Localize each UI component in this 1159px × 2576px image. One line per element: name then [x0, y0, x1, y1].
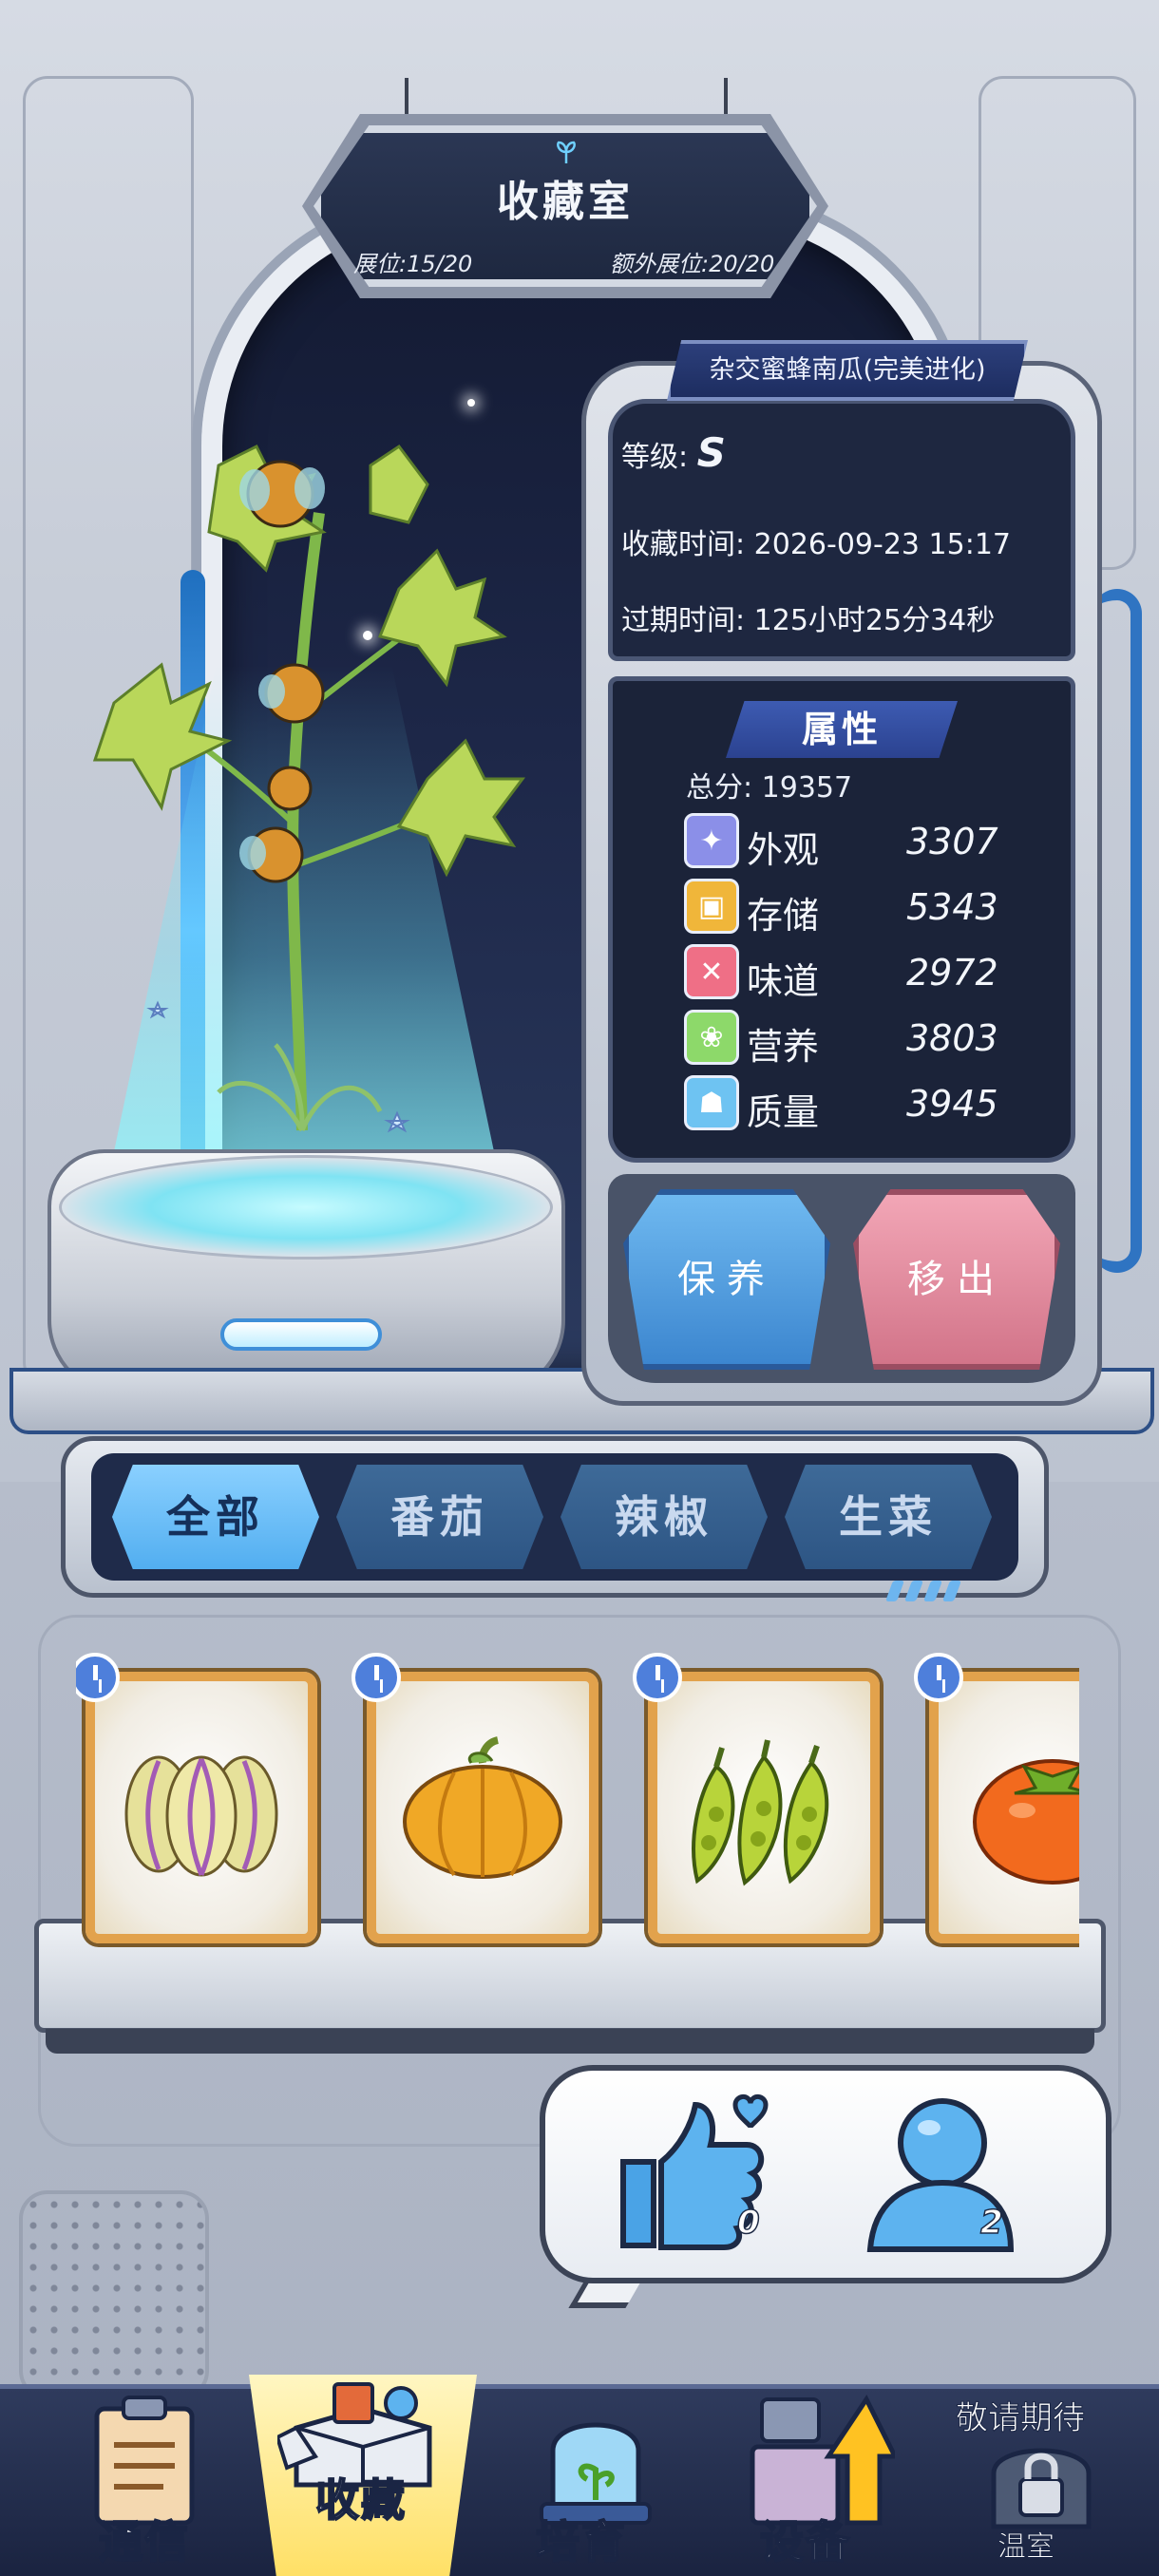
nav-item-breeding[interactable]: 培育	[513, 2394, 674, 2574]
clipboard-icon	[94, 2396, 195, 2526]
box-icon: ▣	[684, 879, 739, 934]
extra-slots-count: 额外展位:20/20	[610, 251, 775, 277]
coming-soon-label: 敬请期待	[956, 2399, 1086, 2438]
collection-list	[76, 1653, 1079, 1957]
collect-time-label: 收藏时间:	[621, 528, 746, 561]
muscle-icon: ☗	[684, 1075, 739, 1130]
expire-time-label: 过期时间:	[621, 604, 746, 637]
tomato-icon	[973, 1759, 1079, 1885]
attribute-label: 质量	[747, 1091, 820, 1133]
attribute-row-taste: ✕ 味道 2972	[684, 944, 1007, 1002]
attributes-title: 属性	[726, 701, 958, 758]
grade-label: 等级:	[621, 441, 689, 474]
pea-pod-icon	[692, 1739, 829, 1886]
attribute-value: 3803	[906, 1017, 998, 1059]
care-button[interactable]: 保养	[623, 1189, 830, 1370]
wall-vent	[19, 2190, 209, 2399]
pedestal-light	[220, 1318, 382, 1351]
attribute-label: 外观	[747, 829, 820, 871]
greenhouse-lock-icon	[991, 2448, 1092, 2529]
nav-label-greenhouse: 温室	[998, 2530, 1055, 2565]
expire-time-value: 125小时25分34秒	[753, 604, 996, 637]
plant-hologram	[92, 444, 525, 1133]
nav-item-greenhouse[interactable]: 温室	[965, 2435, 1127, 2574]
tab-all[interactable]: 全部	[112, 1465, 319, 1569]
nav-item-messages[interactable]: 通信	[66, 2394, 228, 2574]
melon-icon	[124, 1755, 278, 1877]
nav-label-equipment: 设备	[759, 2515, 851, 2568]
expire-time-row: 过期时间: 125小时25分34秒	[621, 597, 995, 638]
clock-icon	[352, 1653, 401, 1702]
clock-icon	[633, 1653, 682, 1702]
nav-label-messages: 通信	[98, 2515, 190, 2568]
decor-slashes	[884, 1581, 975, 1601]
tab-tomato[interactable]: 番茄	[336, 1465, 543, 1569]
remove-button[interactable]: 移出	[853, 1189, 1060, 1370]
sign-wire	[405, 78, 408, 120]
star	[467, 399, 475, 407]
tab-lettuce[interactable]: 生菜	[785, 1465, 992, 1569]
nav-item-equipment[interactable]: 设备	[733, 2390, 904, 2574]
attribute-row-appearance: ✦ 外观 3307	[684, 813, 1007, 871]
bell-jar-icon	[540, 2422, 652, 2525]
pedestal-glow	[59, 1155, 553, 1260]
total-score: 总分: 19357	[686, 764, 852, 805]
grade-value: S	[696, 429, 726, 476]
grade-row: 等级: S	[621, 429, 726, 476]
slots-count: 展位:15/20	[353, 251, 473, 277]
total-score-value: 19357	[761, 771, 853, 805]
page-title: 收藏室	[497, 178, 634, 226]
collection-card-melon[interactable]	[86, 1672, 317, 1943]
nutrition-icon: ❀	[684, 1010, 739, 1065]
nav-label-breeding: 培育	[535, 2515, 627, 2568]
collection-card-peas[interactable]	[648, 1672, 880, 1943]
collection-card-pumpkin[interactable]	[367, 1672, 598, 1943]
attribute-row-storage: ▣ 存储 5343	[684, 879, 1007, 937]
leaf-icon	[557, 141, 576, 163]
like-count: 0	[736, 2203, 760, 2243]
utensils-icon: ✕	[684, 944, 739, 999]
equipment-upgrade-icon	[750, 2395, 895, 2526]
nav-label-collection: 收藏	[314, 2473, 407, 2527]
pumpkin-icon	[403, 1736, 562, 1879]
attribute-label: 味道	[747, 960, 820, 1002]
plant-name: 杂交蜜蜂南瓜(完美进化)	[667, 340, 1028, 401]
attribute-value: 3307	[906, 821, 998, 862]
collect-time-row: 收藏时间: 2026-09-23 15:17	[621, 521, 1011, 562]
total-score-label: 总分:	[686, 771, 753, 805]
nav-item-collection[interactable]: 收藏	[268, 2375, 458, 2574]
attribute-value: 5343	[906, 886, 998, 928]
clock-icon	[914, 1653, 963, 1702]
collection-card-tomato[interactable]	[929, 1672, 1079, 1943]
sign-wire	[724, 78, 728, 120]
attribute-value: 2972	[906, 952, 998, 994]
attribute-value: 3945	[906, 1083, 998, 1125]
tab-pepper[interactable]: 辣椒	[560, 1465, 768, 1569]
attribute-row-nutrition: ❀ 营养 3803	[684, 1010, 1007, 1068]
attribute-label: 营养	[747, 1026, 820, 1068]
collect-time-value: 2026-09-23 15:17	[753, 528, 1011, 561]
shelf-base	[46, 2029, 1094, 2054]
visitor-count: 2	[979, 2203, 1003, 2243]
sparkle-icon: ✦	[684, 813, 739, 868]
attribute-row-quality: ☗ 质量 3945	[684, 1075, 1007, 1133]
attribute-label: 存储	[747, 895, 820, 937]
